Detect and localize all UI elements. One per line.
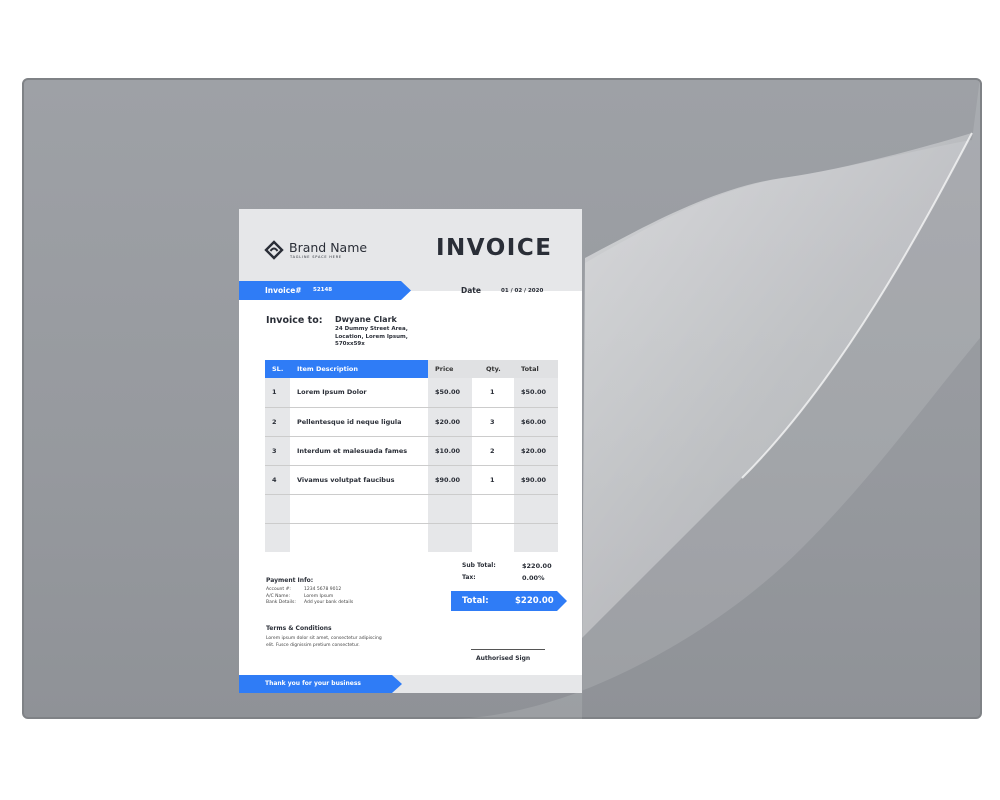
col-qty: Qty. [472,360,514,378]
footer-text: Thank you for your business [265,680,361,687]
terms-title: Terms & Conditions [266,625,332,632]
invoice-number-label: Invoice# [265,286,302,295]
tax-value: 0.00% [522,574,545,582]
col-price: Price [428,360,472,378]
footer-bar: Thank you for your business [239,675,402,693]
subtotal-label: Sub Total: [462,562,496,569]
col-total: Total [514,360,558,378]
total-bar: Total: $220.00 [451,591,567,611]
table-row: 2 Pellentesque id neque ligula $20.00 3 $60.… [265,407,558,437]
payment-info-lines: Account #: 1234 5678 9012 A/C Name: Lorem … [266,587,354,605]
payment-info-title: Payment Info: [266,577,314,584]
brand-name: Brand Name [289,240,368,255]
client-name: Dwyane Clark [335,315,397,324]
invoice-sheet: Brand Name TAGLINE SPACE HERE INVOICE In… [239,209,582,693]
col-description: Item Description [290,360,428,378]
table-row: 3 Interdum et malesuada fames $10.00 2 $20.0… [265,436,558,466]
client-address: 24 Dummy Street Area, Location, Lorem Ips… [335,326,408,347]
table-row: 4 Vivamus volutpat faucibus $90.00 1 $90.00 [265,465,558,495]
invoice-to-label: Invoice to: [266,315,323,326]
col-sl: SL. [265,360,290,378]
brand-tagline: TAGLINE SPACE HERE [290,255,342,259]
total-label: Total: [462,596,489,606]
date-label: Date [461,286,481,295]
authorised-sign-label: Authorised Sign [476,655,531,662]
tax-label: Tax: [462,574,476,581]
invoice-number: 52148 [313,287,333,293]
signature-line [471,649,545,650]
brand-logo-icon [264,240,284,260]
table-row-empty [265,523,558,552]
subtotal-value: $220.00 [522,562,552,570]
invoice-title: INVOICE [436,235,553,261]
table-row-empty [265,494,558,524]
terms-text: Lorem ipsum dolor sit amet, consectetur … [266,636,382,648]
date-value: 01 / 02 / 2020 [501,288,544,294]
table-row: 1 Lorem Ipsum Dolor $50.00 1 $50.00 [265,378,558,408]
items-table: SL. Item Description Price Qty. Total 1L… [265,360,558,552]
invoice-number-bar: Invoice# 52148 [239,281,411,300]
total-value: $220.00 [515,596,554,606]
